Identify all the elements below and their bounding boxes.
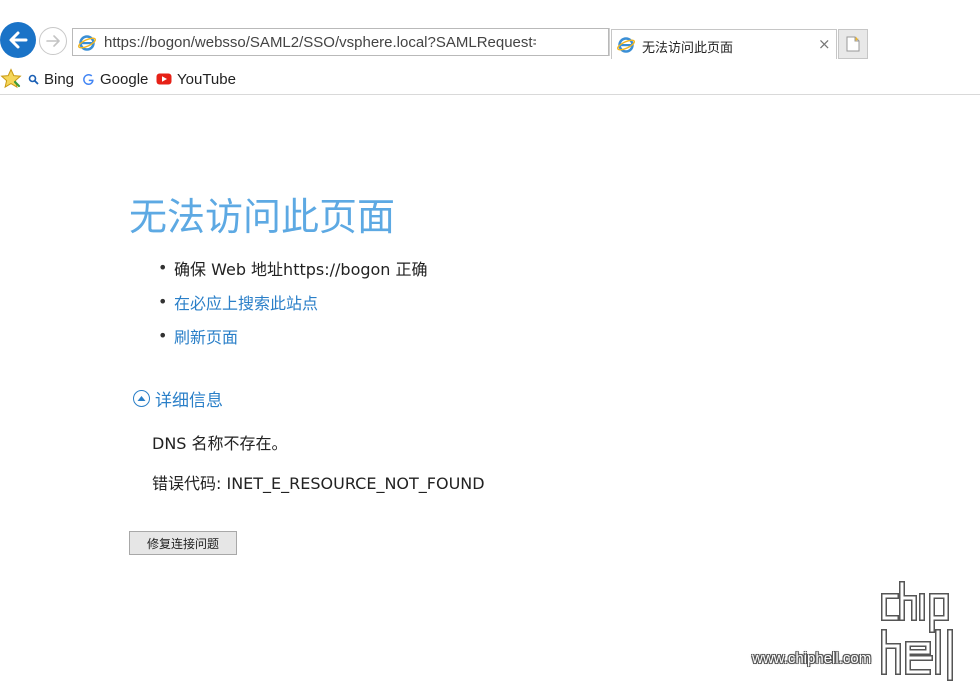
bullet: • <box>158 292 168 311</box>
toolbar-divider <box>609 28 610 56</box>
arrow-right-icon <box>46 35 60 47</box>
search-icon <box>28 74 39 85</box>
list-item: • 在必应上搜索此站点 <box>158 290 428 324</box>
list-item: • 刷新页面 <box>158 324 428 358</box>
favorite-label: Google <box>100 70 149 88</box>
watermark-url: www.chiphell.com <box>752 650 872 667</box>
watermark: www.chiphell.com <box>750 578 975 688</box>
ie-icon <box>617 36 635 58</box>
dns-message: DNS 名称不存在。 <box>152 434 288 453</box>
chiphell-logo <box>881 581 953 681</box>
browser-toolbar: https://bogon/websso/SAML2/SSO/vsphere.l… <box>0 0 980 62</box>
refresh-page-link[interactable]: 刷新页面 <box>174 328 238 347</box>
favorites-star-icon[interactable] <box>0 68 22 94</box>
search-site-link[interactable]: 在必应上搜索此站点 <box>174 294 318 313</box>
ie-icon <box>78 34 96 56</box>
favorite-youtube[interactable]: YouTube <box>156 69 236 89</box>
fix-connection-button[interactable]: 修复连接问题 <box>129 531 237 555</box>
tab-current[interactable]: 无法访问此页面 × <box>611 29 837 59</box>
bullet: • <box>158 326 168 345</box>
error-code: 错误代码: INET_E_RESOURCE_NOT_FOUND <box>152 474 485 493</box>
close-icon[interactable]: × <box>818 35 831 53</box>
new-tab-icon <box>846 36 860 52</box>
bullet: • <box>158 258 168 277</box>
details-toggle[interactable]: 详细信息 <box>133 386 223 411</box>
details-label: 详细信息 <box>155 391 223 411</box>
new-tab-button[interactable] <box>838 29 868 59</box>
back-button[interactable] <box>0 22 36 58</box>
favorites-bar: Bing Google YouTube <box>0 62 980 95</box>
arrow-left-icon <box>9 31 28 49</box>
favorite-bing[interactable]: Bing <box>28 69 74 89</box>
suggestion-check-url: 确保 Web 地址https://bogon 正确 <box>174 260 428 279</box>
chevron-up-icon <box>133 390 150 407</box>
tab-title: 无法访问此页面 <box>642 41 734 56</box>
favorite-google[interactable]: Google <box>82 69 148 89</box>
google-icon <box>82 73 95 86</box>
favorite-label: Bing <box>44 70 75 88</box>
favorite-label: YouTube <box>177 70 236 88</box>
address-url[interactable]: https://bogon/websso/SAML2/SSO/vsphere.l… <box>104 34 536 51</box>
page-title: 无法访问此页面 <box>129 195 396 239</box>
youtube-icon <box>156 73 172 85</box>
suggestion-list: • 确保 Web 地址https://bogon 正确 • 在必应上搜索此站点 … <box>158 256 428 358</box>
list-item: • 确保 Web 地址https://bogon 正确 <box>158 256 428 290</box>
address-bar[interactable]: https://bogon/websso/SAML2/SSO/vsphere.l… <box>72 28 674 56</box>
forward-button[interactable] <box>39 27 67 55</box>
